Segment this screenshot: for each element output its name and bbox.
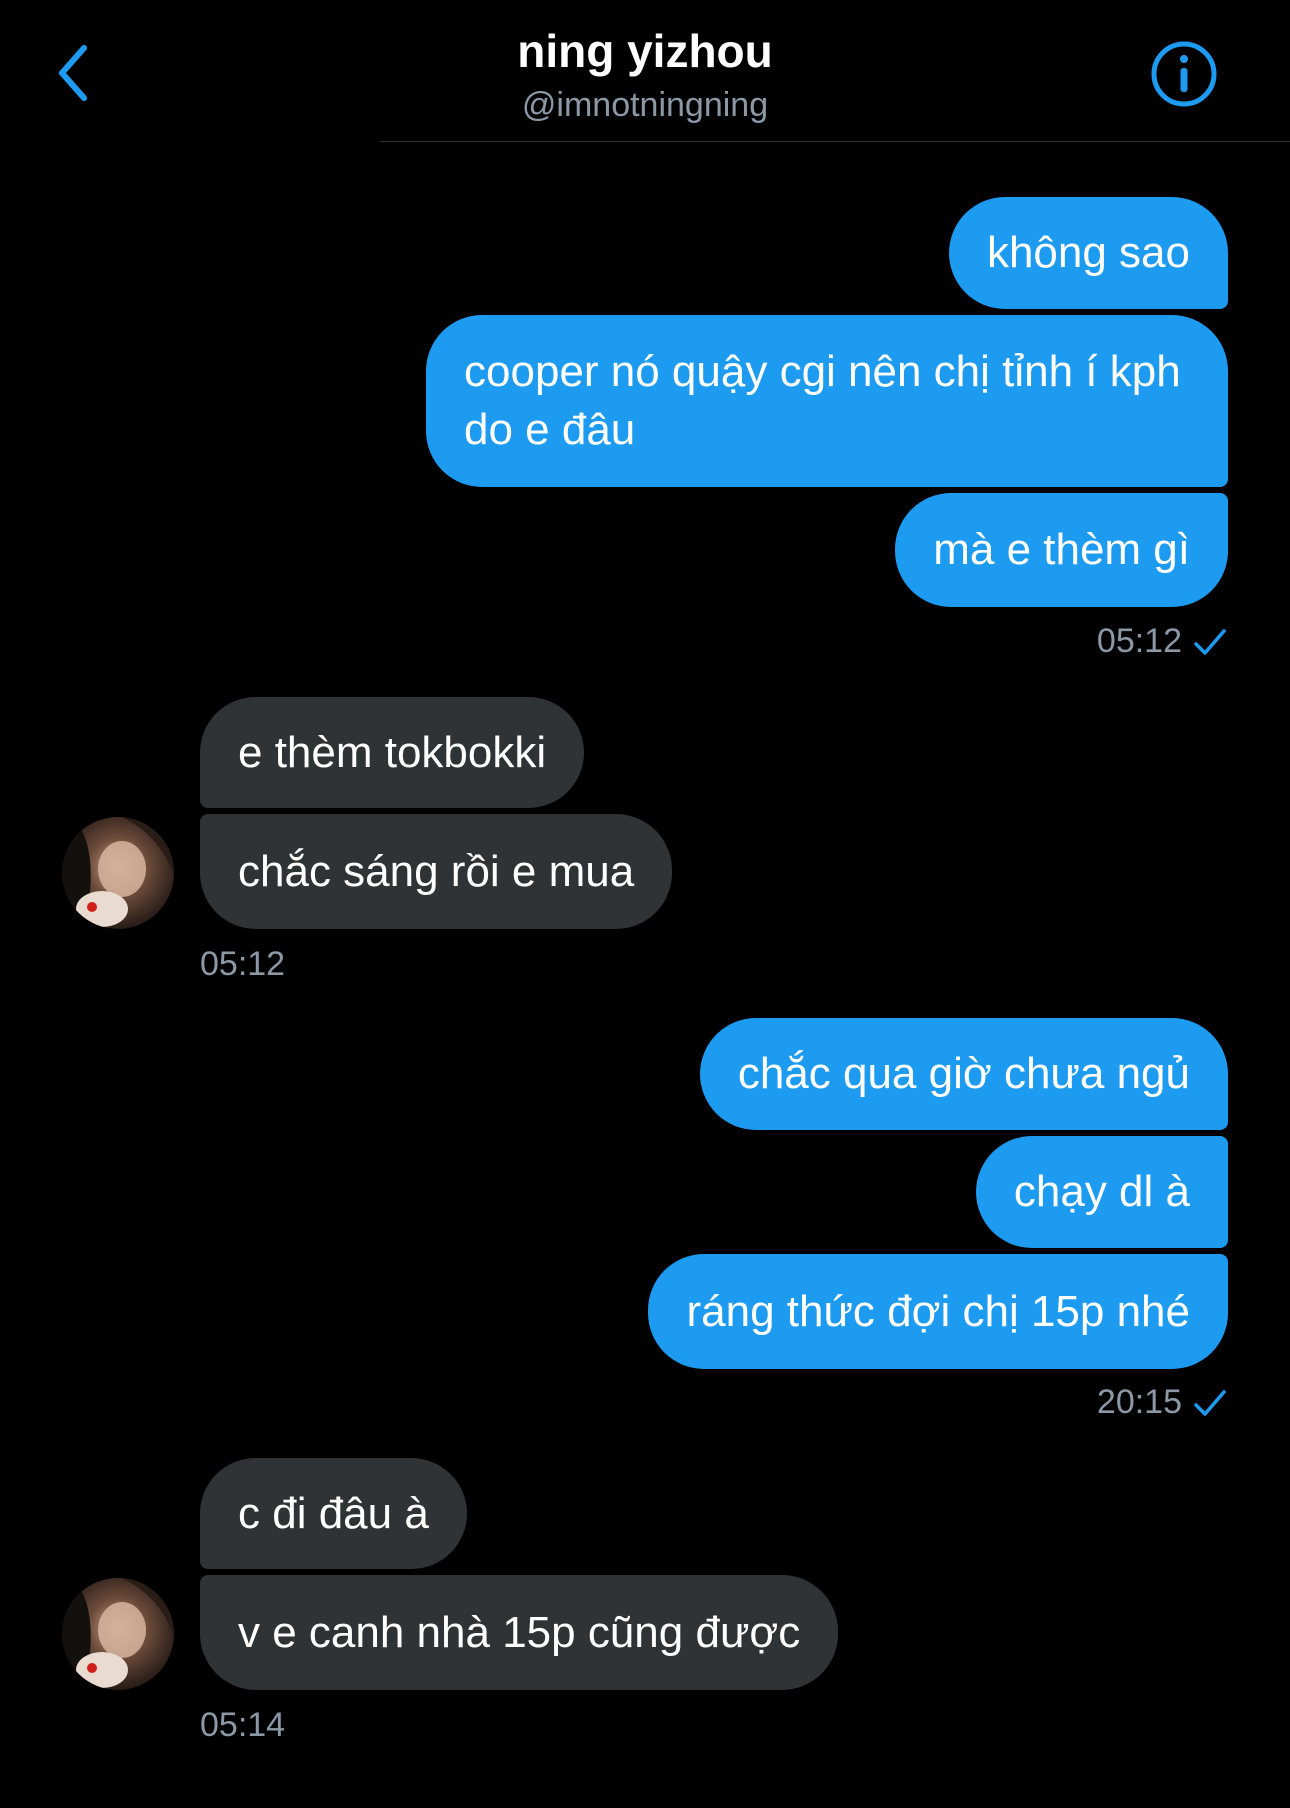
avatar-image xyxy=(62,817,174,929)
message-text: ráng thức đợi chị 15p nhé xyxy=(686,1286,1190,1336)
timestamp: 20:15 xyxy=(1096,1383,1182,1421)
contact-handle[interactable]: @imnotningning xyxy=(0,86,1290,125)
timestamp: 05:14 xyxy=(200,1706,286,1744)
read-check-icon xyxy=(1194,628,1226,655)
message-bubble-outgoing[interactable]: không sao xyxy=(948,197,1228,309)
conversation-header: ning yizhou @imnotningning xyxy=(0,0,1290,143)
message-text: v e canh nhà 15p cũng được xyxy=(238,1607,801,1657)
avatar-image xyxy=(62,1578,174,1690)
message-text: mà e thèm gì xyxy=(933,525,1190,574)
avatar[interactable] xyxy=(62,817,174,929)
info-button[interactable] xyxy=(1148,38,1220,110)
message-bubble-incoming[interactable]: chắc sáng rồi e mua xyxy=(200,814,673,929)
message-text: e thèm tokbokki xyxy=(238,727,547,777)
timestamp: 05:12 xyxy=(200,945,286,983)
message-text: chắc sáng rồi e mua xyxy=(238,846,635,896)
message-text: c đi đâu à xyxy=(238,1488,429,1538)
message-bubble-outgoing[interactable]: chắc qua giờ chưa ngủ xyxy=(699,1018,1228,1130)
timestamp: 05:12 xyxy=(1096,622,1182,660)
read-check-icon xyxy=(1194,1389,1226,1416)
header-divider xyxy=(380,141,1290,142)
message-meta: 05:14 xyxy=(200,1706,285,1745)
message-bubble-outgoing[interactable]: cooper nó quậy cgi nên chị tỉnh í kph do… xyxy=(426,315,1228,487)
message-bubble-incoming[interactable]: e thèm tokbokki xyxy=(200,697,585,808)
message-bubble-outgoing[interactable]: mà e thèm gì xyxy=(895,493,1228,607)
message-bubble-outgoing[interactable]: ráng thức đợi chị 15p nhé xyxy=(648,1254,1228,1369)
message-text: không sao xyxy=(986,228,1190,277)
message-bubble-incoming[interactable]: v e canh nhà 15p cũng được xyxy=(200,1575,839,1690)
info-circle-icon xyxy=(1151,41,1217,107)
contact-name[interactable]: ning yizhou xyxy=(0,24,1290,78)
avatar[interactable] xyxy=(62,1578,174,1690)
message-bubble-incoming[interactable]: c đi đâu à xyxy=(200,1458,467,1569)
message-text: chạy dl à xyxy=(1013,1167,1190,1216)
message-meta: 20:15 xyxy=(1097,1383,1228,1422)
message-bubble-outgoing[interactable]: chạy dl à xyxy=(975,1136,1228,1248)
message-text: cooper nó quậy cgi nên chị tỉnh í kph do… xyxy=(464,347,1181,454)
message-meta: 05:12 xyxy=(1097,622,1228,661)
message-text: chắc qua giờ chưa ngủ xyxy=(737,1049,1190,1098)
message-meta: 05:12 xyxy=(200,945,285,984)
